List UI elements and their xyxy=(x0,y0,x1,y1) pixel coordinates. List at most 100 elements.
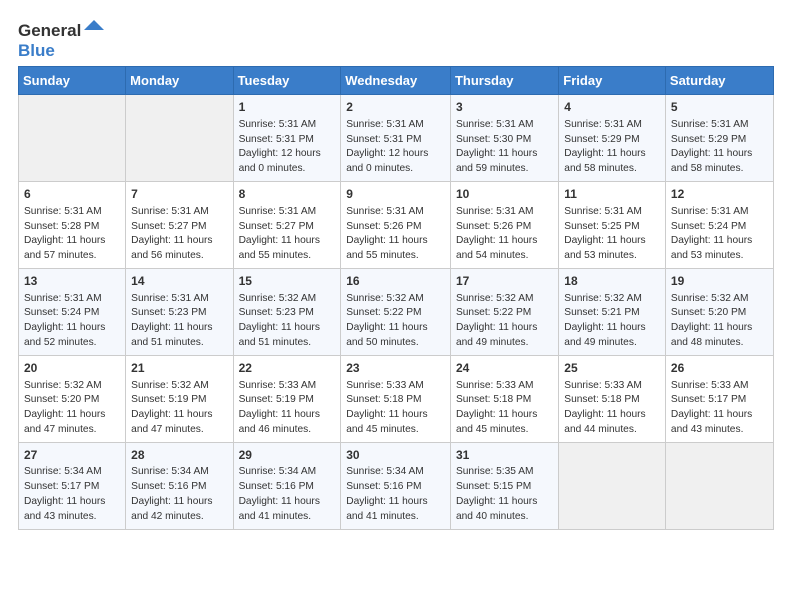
day-number: 11 xyxy=(564,186,660,203)
day-number: 14 xyxy=(131,273,227,290)
calendar-cell xyxy=(559,442,666,529)
day-number: 31 xyxy=(456,447,553,464)
calendar-cell: 9 Sunrise: 5:31 AMSunset: 5:26 PMDaylight… xyxy=(341,181,451,268)
day-number: 2 xyxy=(346,99,445,116)
calendar-cell: 28Sunrise: 5:34 AMSunset: 5:16 PMDayligh… xyxy=(126,442,233,529)
svg-text:General: General xyxy=(18,21,81,40)
cell-info: Sunrise: 5:32 AMSunset: 5:19 PMDaylight:… xyxy=(131,379,227,438)
day-number: 23 xyxy=(346,360,445,377)
calendar-cell: 2 Sunrise: 5:31 AMSunset: 5:31 PMDaylight… xyxy=(341,95,451,182)
day-number: 27 xyxy=(24,447,120,464)
calendar-cell xyxy=(19,95,126,182)
day-number: 8 xyxy=(239,186,336,203)
weekday-header-sunday: Sunday xyxy=(19,67,126,95)
day-number: 12 xyxy=(671,186,768,203)
cell-info: Sunrise: 5:33 AMSunset: 5:18 PMDaylight:… xyxy=(456,379,553,438)
cell-info: Sunrise: 5:31 AMSunset: 5:30 PMDaylight:… xyxy=(456,118,553,177)
day-number: 5 xyxy=(671,99,768,116)
cell-info: Sunrise: 5:32 AMSunset: 5:21 PMDaylight:… xyxy=(564,292,660,351)
day-number: 17 xyxy=(456,273,553,290)
calendar-cell: 25 Sunrise: 5:33 AMSunset: 5:18 PMDayligh… xyxy=(559,355,666,442)
calendar-cell: 10Sunrise: 5:31 AMSunset: 5:26 PMDayligh… xyxy=(450,181,558,268)
week-row-4: 20 Sunrise: 5:32 AMSunset: 5:20 PMDayligh… xyxy=(19,355,774,442)
cell-info: Sunrise: 5:32 AMSunset: 5:20 PMDaylight:… xyxy=(24,379,120,438)
cell-info: Sunrise: 5:33 AMSunset: 5:19 PMDaylight:… xyxy=(239,379,336,438)
weekday-header-friday: Friday xyxy=(559,67,666,95)
day-number: 7 xyxy=(131,186,227,203)
cell-info: Sunrise: 5:32 AMSunset: 5:23 PMDaylight:… xyxy=(239,292,336,351)
calendar-cell: 17 Sunrise: 5:32 AMSunset: 5:22 PMDayligh… xyxy=(450,268,558,355)
cell-info: Sunrise: 5:32 AMSunset: 5:22 PMDaylight:… xyxy=(346,292,445,351)
logo: General Blue xyxy=(18,18,108,60)
day-number: 21 xyxy=(131,360,227,377)
cell-info: Sunrise: 5:31 AMSunset: 5:29 PMDaylight:… xyxy=(671,118,768,177)
week-row-1: 1 Sunrise: 5:31 AMSunset: 5:31 PMDaylight… xyxy=(19,95,774,182)
header: General Blue xyxy=(18,18,774,60)
cell-info: Sunrise: 5:31 AMSunset: 5:25 PMDaylight:… xyxy=(564,205,660,264)
cell-info: Sunrise: 5:31 AMSunset: 5:26 PMDaylight:… xyxy=(346,205,445,264)
day-number: 22 xyxy=(239,360,336,377)
calendar-cell xyxy=(665,442,773,529)
cell-info: Sunrise: 5:34 AMSunset: 5:16 PMDaylight:… xyxy=(239,465,336,524)
calendar-cell: 14 Sunrise: 5:31 AMSunset: 5:23 PMDayligh… xyxy=(126,268,233,355)
logo-svg: General Blue xyxy=(18,18,108,60)
cell-info: Sunrise: 5:34 AMSunset: 5:17 PMDaylight:… xyxy=(24,465,120,524)
calendar-cell: 3Sunrise: 5:31 AMSunset: 5:30 PMDaylight… xyxy=(450,95,558,182)
day-number: 13 xyxy=(24,273,120,290)
calendar-cell: 16 Sunrise: 5:32 AMSunset: 5:22 PMDayligh… xyxy=(341,268,451,355)
calendar-cell: 22 Sunrise: 5:33 AMSunset: 5:19 PMDayligh… xyxy=(233,355,341,442)
cell-info: Sunrise: 5:33 AMSunset: 5:18 PMDaylight:… xyxy=(564,379,660,438)
cell-info: Sunrise: 5:31 AMSunset: 5:23 PMDaylight:… xyxy=(131,292,227,351)
cell-info: Sunrise: 5:31 AMSunset: 5:28 PMDaylight:… xyxy=(24,205,120,264)
calendar-cell: 18Sunrise: 5:32 AMSunset: 5:21 PMDayligh… xyxy=(559,268,666,355)
day-number: 16 xyxy=(346,273,445,290)
day-number: 26 xyxy=(671,360,768,377)
cell-info: Sunrise: 5:33 AMSunset: 5:17 PMDaylight:… xyxy=(671,379,768,438)
cell-info: Sunrise: 5:31 AMSunset: 5:29 PMDaylight:… xyxy=(564,118,660,177)
calendar-cell: 20 Sunrise: 5:32 AMSunset: 5:20 PMDayligh… xyxy=(19,355,126,442)
calendar-cell: 12 Sunrise: 5:31 AMSunset: 5:24 PMDayligh… xyxy=(665,181,773,268)
day-number: 15 xyxy=(239,273,336,290)
cell-info: Sunrise: 5:32 AMSunset: 5:22 PMDaylight:… xyxy=(456,292,553,351)
cell-info: Sunrise: 5:35 AMSunset: 5:15 PMDaylight:… xyxy=(456,465,553,524)
cell-info: Sunrise: 5:32 AMSunset: 5:20 PMDaylight:… xyxy=(671,292,768,351)
calendar-cell: 1 Sunrise: 5:31 AMSunset: 5:31 PMDaylight… xyxy=(233,95,341,182)
page: General Blue SundayMondayTuesdayWednesda… xyxy=(0,0,792,612)
calendar-cell: 24 Sunrise: 5:33 AMSunset: 5:18 PMDayligh… xyxy=(450,355,558,442)
cell-info: Sunrise: 5:34 AMSunset: 5:16 PMDaylight:… xyxy=(131,465,227,524)
cell-info: Sunrise: 5:31 AMSunset: 5:27 PMDaylight:… xyxy=(131,205,227,264)
day-number: 6 xyxy=(24,186,120,203)
day-number: 9 xyxy=(346,186,445,203)
calendar: SundayMondayTuesdayWednesdayThursdayFrid… xyxy=(18,66,774,530)
calendar-cell: 15 Sunrise: 5:32 AMSunset: 5:23 PMDayligh… xyxy=(233,268,341,355)
week-row-3: 13 Sunrise: 5:31 AMSunset: 5:24 PMDayligh… xyxy=(19,268,774,355)
day-number: 20 xyxy=(24,360,120,377)
cell-info: Sunrise: 5:31 AMSunset: 5:24 PMDaylight:… xyxy=(671,205,768,264)
cell-info: Sunrise: 5:31 AMSunset: 5:31 PMDaylight:… xyxy=(239,118,336,177)
calendar-cell: 8Sunrise: 5:31 AMSunset: 5:27 PMDaylight… xyxy=(233,181,341,268)
week-row-5: 27Sunrise: 5:34 AMSunset: 5:17 PMDayligh… xyxy=(19,442,774,529)
weekday-header-thursday: Thursday xyxy=(450,67,558,95)
calendar-cell: 7 Sunrise: 5:31 AMSunset: 5:27 PMDaylight… xyxy=(126,181,233,268)
day-number: 19 xyxy=(671,273,768,290)
cell-info: Sunrise: 5:34 AMSunset: 5:16 PMDaylight:… xyxy=(346,465,445,524)
calendar-cell: 19 Sunrise: 5:32 AMSunset: 5:20 PMDayligh… xyxy=(665,268,773,355)
calendar-cell xyxy=(126,95,233,182)
cell-info: Sunrise: 5:31 AMSunset: 5:31 PMDaylight:… xyxy=(346,118,445,177)
calendar-cell: 30Sunrise: 5:34 AMSunset: 5:16 PMDayligh… xyxy=(341,442,451,529)
calendar-cell: 26 Sunrise: 5:33 AMSunset: 5:17 PMDayligh… xyxy=(665,355,773,442)
cell-info: Sunrise: 5:31 AMSunset: 5:26 PMDaylight:… xyxy=(456,205,553,264)
calendar-cell: 11 Sunrise: 5:31 AMSunset: 5:25 PMDayligh… xyxy=(559,181,666,268)
calendar-cell: 23 Sunrise: 5:33 AMSunset: 5:18 PMDayligh… xyxy=(341,355,451,442)
calendar-cell: 6 Sunrise: 5:31 AMSunset: 5:28 PMDaylight… xyxy=(19,181,126,268)
svg-text:Blue: Blue xyxy=(18,41,55,60)
cell-info: Sunrise: 5:31 AMSunset: 5:24 PMDaylight:… xyxy=(24,292,120,351)
day-number: 1 xyxy=(239,99,336,116)
calendar-cell: 5 Sunrise: 5:31 AMSunset: 5:29 PMDaylight… xyxy=(665,95,773,182)
cell-info: Sunrise: 5:33 AMSunset: 5:18 PMDaylight:… xyxy=(346,379,445,438)
calendar-cell: 13 Sunrise: 5:31 AMSunset: 5:24 PMDayligh… xyxy=(19,268,126,355)
calendar-cell: 27Sunrise: 5:34 AMSunset: 5:17 PMDayligh… xyxy=(19,442,126,529)
day-number: 30 xyxy=(346,447,445,464)
day-number: 25 xyxy=(564,360,660,377)
day-number: 24 xyxy=(456,360,553,377)
